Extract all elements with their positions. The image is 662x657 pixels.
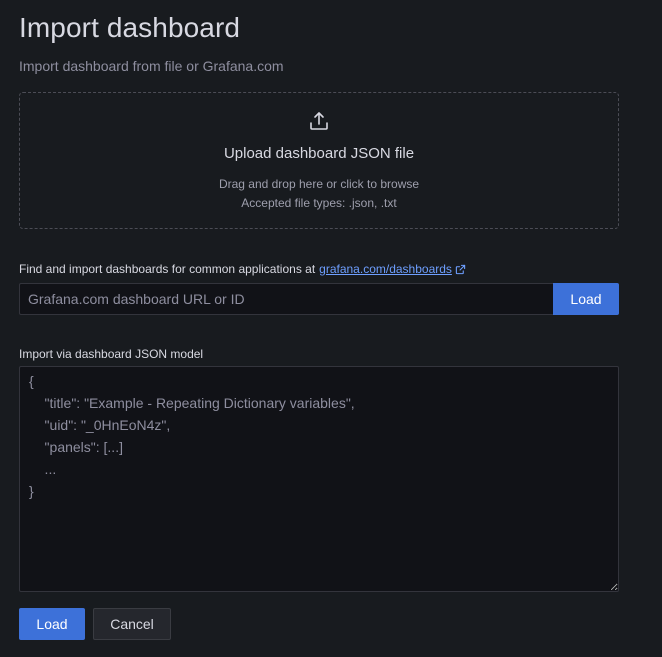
cancel-button[interactable]: Cancel bbox=[93, 608, 171, 640]
upload-icon bbox=[310, 112, 328, 130]
page-subtitle: Import dashboard from file or Grafana.co… bbox=[19, 58, 284, 74]
file-upload-dropzone[interactable]: Upload dashboard JSON file Drag and drop… bbox=[19, 92, 619, 229]
json-model-textarea[interactable] bbox=[19, 366, 619, 592]
page-title: Import dashboard bbox=[19, 12, 241, 43]
gcom-load-button[interactable]: Load bbox=[553, 283, 619, 315]
dropzone-instructions: Drag and drop here or click to browse bbox=[218, 177, 420, 191]
load-button[interactable]: Load bbox=[19, 608, 85, 640]
import-dashboard-page: Import dashboard Import dashboard from f… bbox=[0, 0, 662, 657]
gcom-label-text: Find and import dashboards for common ap… bbox=[19, 262, 316, 276]
grafana-dashboards-link[interactable]: grafana.com/dashboards bbox=[319, 262, 452, 276]
gcom-input-row: Load bbox=[19, 283, 619, 315]
gcom-url-input[interactable] bbox=[19, 283, 553, 315]
dropzone-title: Upload dashboard JSON file bbox=[223, 145, 415, 162]
external-link-icon[interactable] bbox=[455, 264, 466, 275]
dropzone-hint: Drag and drop here or click to browse Ac… bbox=[219, 175, 419, 213]
accepted-file-types: Accepted file types: .json, .txt bbox=[241, 196, 397, 210]
json-model-label: Import via dashboard JSON model bbox=[19, 347, 204, 361]
gcom-field-label: Find and import dashboards for common ap… bbox=[19, 262, 466, 276]
